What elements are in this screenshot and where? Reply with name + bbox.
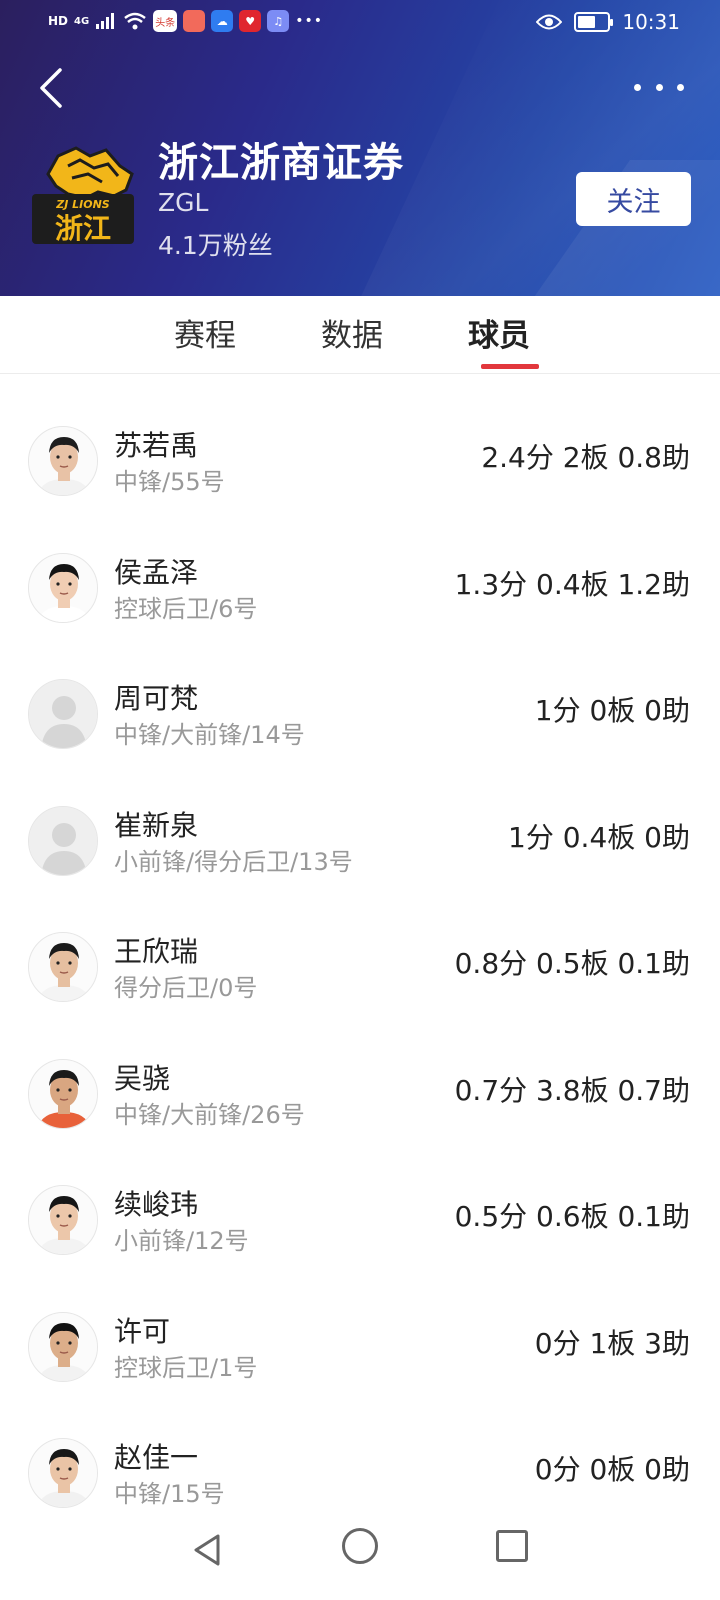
player-stats: 1分 0板 0助 bbox=[534, 694, 690, 727]
heart-app-icon: ♥ bbox=[239, 10, 262, 32]
player-avatar bbox=[28, 1438, 98, 1508]
music-icon: ♫ bbox=[267, 10, 290, 32]
svg-text:浙江: 浙江 bbox=[55, 212, 111, 245]
player-name: 崔新泉 bbox=[114, 808, 199, 842]
network-badge: 4G bbox=[74, 15, 90, 27]
status-bar: HD 4G 头条 ☁ ♥ ♫ ••• 10:31 bbox=[0, 0, 720, 46]
tab-bar: 赛程 数据 球员 bbox=[0, 296, 720, 374]
eye-icon bbox=[536, 14, 563, 30]
player-row[interactable]: 周可梵中锋/大前锋/14号 1分 0板 0助 bbox=[0, 649, 720, 776]
player-row[interactable]: 吴骁中锋/大前锋/26号 0.7分 3.8板 0.7助 bbox=[0, 1029, 720, 1156]
status-left: HD 4G 头条 ☁ ♥ ♫ ••• bbox=[48, 10, 323, 32]
cloud-icon: ☁ bbox=[211, 10, 234, 32]
back-arrow-icon[interactable] bbox=[34, 66, 70, 110]
player-row[interactable]: 崔新泉小前锋/得分后卫/13号 1分 0.4板 0助 bbox=[0, 776, 720, 903]
player-row[interactable]: 侯孟泽控球后卫/6号 1.3分 0.4板 1.2助 bbox=[0, 523, 720, 650]
player-avatar bbox=[28, 552, 98, 623]
nav-home-icon[interactable] bbox=[342, 1528, 378, 1564]
player-name: 赵佳一 bbox=[114, 1441, 199, 1474]
tab-schedule[interactable]: 赛程 bbox=[174, 310, 236, 355]
player-list: 苏若禹中锋/55号 2.4分 2板 0.8助侯孟泽控球后卫/6号 1.3分 0.4板… bbox=[0, 396, 720, 1535]
player-position: 中锋/15号 bbox=[114, 1480, 225, 1508]
team-header: HD 4G 头条 ☁ ♥ ♫ ••• 10:31 ZJ LIONS 浙江 浙江浙… bbox=[0, 0, 720, 296]
battery-fill bbox=[578, 16, 596, 28]
player-avatar bbox=[28, 1185, 98, 1255]
active-tab-indicator bbox=[481, 364, 539, 369]
toutiao-icon: 头条 bbox=[153, 10, 178, 32]
player-position: 得分后卫/0号 bbox=[114, 974, 258, 1002]
team-league: ZGL bbox=[158, 188, 209, 217]
clock: 10:31 bbox=[622, 10, 680, 34]
system-nav-bar bbox=[0, 1510, 720, 1600]
team-logo: ZJ LIONS 浙江 bbox=[32, 146, 134, 245]
player-position: 控球后卫/6号 bbox=[114, 594, 258, 623]
wifi-icon bbox=[124, 12, 146, 30]
player-position: 中锋/大前锋/26号 bbox=[114, 1100, 305, 1129]
team-name: 浙江浙商证券 bbox=[158, 140, 404, 186]
player-avatar bbox=[28, 805, 98, 876]
player-stats: 0.7分 3.8板 0.7助 bbox=[454, 1073, 690, 1107]
tab-players[interactable]: 球员 bbox=[468, 310, 530, 355]
battery-icon bbox=[574, 12, 614, 32]
player-avatar bbox=[28, 1311, 98, 1382]
signal-icon bbox=[96, 13, 115, 29]
player-avatar bbox=[28, 1058, 98, 1129]
hd-badge: HD bbox=[48, 14, 69, 28]
player-name: 续峻玮 bbox=[114, 1188, 199, 1221]
nav-back-icon[interactable] bbox=[188, 1530, 228, 1570]
player-position: 小前锋/12号 bbox=[114, 1227, 249, 1255]
player-position: 小前锋/得分后卫/13号 bbox=[114, 847, 353, 876]
player-avatar bbox=[28, 426, 98, 496]
player-name: 吴骁 bbox=[114, 1061, 171, 1095]
red-app-icon bbox=[183, 10, 206, 32]
player-row[interactable]: 许可控球后卫/1号 0分 1板 3助 bbox=[0, 1282, 720, 1409]
player-stats: 2.4分 2板 0.8助 bbox=[481, 441, 690, 474]
player-row[interactable]: 王欣瑞得分后卫/0号 0.8分 0.5板 0.1助 bbox=[0, 902, 720, 1029]
more-menu-icon[interactable] bbox=[634, 80, 684, 94]
player-stats: 1.3分 0.4板 1.2助 bbox=[454, 567, 690, 601]
tab-stats[interactable]: 数据 bbox=[321, 310, 383, 355]
player-name: 王欣瑞 bbox=[114, 935, 199, 968]
status-right: 10:31 bbox=[536, 10, 680, 34]
player-row[interactable]: 苏若禹中锋/55号 2.4分 2板 0.8助 bbox=[0, 396, 720, 523]
player-position: 中锋/55号 bbox=[114, 468, 225, 496]
follow-button[interactable]: 关注 bbox=[576, 172, 691, 226]
nav-recent-apps-icon[interactable] bbox=[496, 1530, 528, 1562]
player-name: 许可 bbox=[114, 1314, 171, 1348]
player-stats: 0分 0板 0助 bbox=[534, 1453, 690, 1486]
player-stats: 0.8分 0.5板 0.1助 bbox=[454, 947, 690, 980]
player-position: 控球后卫/1号 bbox=[114, 1353, 258, 1382]
team-fans-count: 4.1万粉丝 bbox=[158, 231, 273, 260]
player-name: 苏若禹 bbox=[114, 429, 199, 462]
player-position: 中锋/大前锋/14号 bbox=[114, 721, 305, 749]
player-stats: 0分 1板 3助 bbox=[534, 1326, 690, 1360]
svg-text:ZJ LIONS: ZJ LIONS bbox=[55, 198, 110, 211]
more-dots-icon: ••• bbox=[295, 13, 323, 29]
player-name: 侯孟泽 bbox=[114, 555, 199, 589]
player-stats: 0.5分 0.6板 0.1助 bbox=[454, 1200, 690, 1233]
player-stats: 1分 0.4板 0助 bbox=[508, 820, 690, 854]
player-name: 周可梵 bbox=[114, 682, 199, 715]
player-avatar bbox=[28, 679, 98, 749]
player-avatar bbox=[28, 932, 98, 1002]
player-row[interactable]: 续峻玮小前锋/12号 0.5分 0.6板 0.1助 bbox=[0, 1155, 720, 1282]
